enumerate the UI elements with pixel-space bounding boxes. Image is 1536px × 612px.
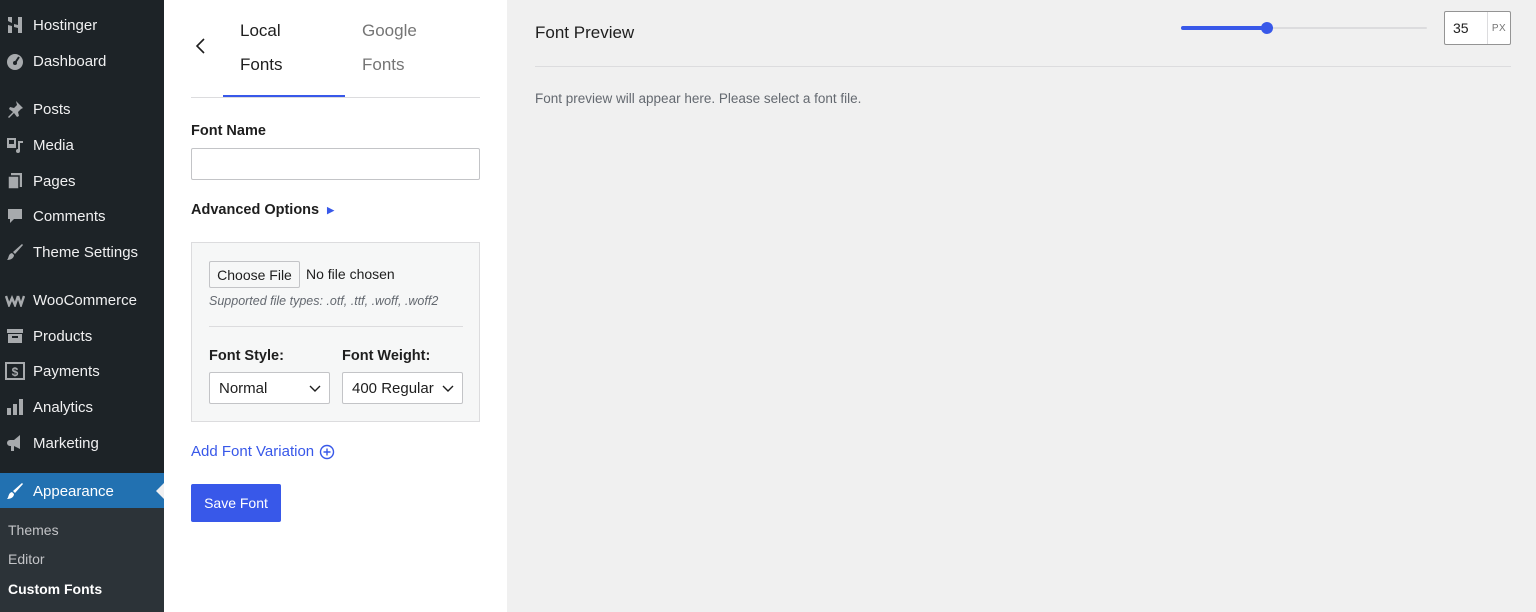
- font-size-slider[interactable]: [1181, 18, 1427, 38]
- preview-placeholder-message: Font preview will appear here. Please se…: [535, 91, 862, 106]
- font-preview-area: Font Preview PX Font preview will appear…: [507, 0, 1536, 612]
- sidebar-item-posts[interactable]: Posts: [0, 91, 164, 127]
- chevron-down-icon: [442, 385, 454, 392]
- sidebar-item-label: Media: [33, 136, 74, 154]
- tab-google-fonts[interactable]: Google Fonts: [362, 14, 417, 82]
- caret-right-icon: ▶: [327, 204, 335, 215]
- font-name-label: Font Name: [191, 123, 266, 139]
- woocommerce-icon: [5, 290, 25, 310]
- chevron-down-icon: [309, 385, 321, 392]
- sidebar-item-payments[interactable]: $ Payments: [0, 353, 164, 389]
- hostinger-logo-icon: [5, 15, 25, 35]
- plus-circle-icon: [319, 444, 335, 459]
- sidebar-item-products[interactable]: Products: [0, 318, 164, 354]
- tab-label-line2: Fonts: [362, 55, 405, 74]
- bar-chart-icon: [5, 397, 25, 417]
- slider-fill: [1181, 26, 1268, 30]
- font-preview-title: Font Preview: [535, 23, 635, 42]
- slider-thumb[interactable]: [1261, 22, 1274, 34]
- tabs-divider: [191, 97, 480, 98]
- submenu-item-themes[interactable]: Themes: [8, 522, 59, 538]
- sidebar-item-label: Pages: [33, 172, 76, 190]
- sidebar-item-label: Payments: [33, 362, 100, 380]
- font-size-unit: PX: [1487, 12, 1510, 44]
- megaphone-icon: [5, 433, 25, 453]
- sidebar-item-pages[interactable]: Pages: [0, 163, 164, 199]
- save-font-button[interactable]: Save Font: [191, 484, 281, 522]
- submenu-item-custom-fonts[interactable]: Custom Fonts: [8, 581, 102, 597]
- sidebar-item-label: Appearance: [33, 482, 114, 500]
- sidebar-item-comments[interactable]: Comments: [0, 198, 164, 234]
- font-weight-select[interactable]: 400 Regular: [342, 372, 463, 404]
- sidebar-item-label: Products: [33, 327, 93, 345]
- advanced-options-box: Choose File No file chosen Supported fil…: [191, 242, 480, 422]
- sidebar-item-label: Marketing: [33, 434, 99, 452]
- choose-file-button[interactable]: Choose File: [209, 261, 300, 288]
- sidebar-item-label: Posts: [33, 100, 71, 118]
- font-name-input[interactable]: [191, 148, 480, 180]
- advanced-options-label: Advanced Options: [191, 202, 320, 218]
- pages-icon: [5, 171, 25, 191]
- sidebar-item-label: Dashboard: [33, 52, 107, 70]
- font-weight-label: Font Weight:: [342, 348, 431, 364]
- sidebar-item-woocommerce[interactable]: WooCommerce: [0, 282, 164, 318]
- font-style-value: Normal: [219, 379, 268, 397]
- sidebar-item-analytics[interactable]: Analytics: [0, 389, 164, 425]
- font-weight-value: 400 Regular: [352, 379, 434, 397]
- font-style-label: Font Style:: [209, 348, 284, 364]
- sidebar-item-label: Analytics: [33, 398, 94, 416]
- sidebar-item-label: Comments: [33, 207, 106, 225]
- preview-divider: [535, 66, 1511, 67]
- font-size-input[interactable]: [1445, 12, 1487, 44]
- admin-sidebar: Hostinger Dashboard Posts Media Pages Co…: [0, 0, 164, 612]
- archive-box-icon: [5, 326, 25, 346]
- add-font-variation-link[interactable]: Add Font Variation: [191, 443, 335, 460]
- appearance-submenu: Themes Editor Custom Fonts: [0, 508, 164, 612]
- back-chevron-icon[interactable]: [192, 36, 210, 56]
- comment-bubble-icon: [5, 206, 25, 226]
- sidebar-item-dashboard[interactable]: Dashboard: [0, 43, 164, 79]
- dashboard-gauge-icon: [5, 51, 25, 71]
- sidebar-item-appearance[interactable]: Appearance: [0, 473, 164, 509]
- tab-local-fonts[interactable]: Local Fonts: [240, 14, 283, 82]
- sidebar-item-label: Theme Settings: [33, 243, 139, 261]
- sidebar-item-label: WooCommerce: [33, 291, 137, 309]
- sidebar-item-marketing[interactable]: Marketing: [0, 425, 164, 461]
- sidebar-item-media[interactable]: Media: [0, 127, 164, 163]
- paintbrush-icon: [5, 481, 25, 501]
- sidebar-item-hostinger[interactable]: Hostinger: [0, 7, 164, 43]
- advanced-options-toggle[interactable]: Advanced Options ▶: [191, 202, 334, 218]
- tab-label-line1: Google: [362, 21, 417, 40]
- supported-file-types: Supported file types: .otf, .ttf, .woff,…: [209, 294, 439, 308]
- media-icon: [5, 135, 25, 155]
- font-size-control: PX: [1444, 11, 1511, 45]
- advanced-divider: [209, 326, 463, 327]
- sidebar-item-label: Hostinger: [33, 16, 98, 34]
- brush-icon: [5, 242, 25, 262]
- dollar-icon: $: [5, 361, 25, 381]
- svg-text:$: $: [12, 365, 19, 379]
- pushpin-icon: [5, 99, 25, 119]
- font-style-select[interactable]: Normal: [209, 372, 330, 404]
- no-file-chosen-text: No file chosen: [306, 266, 395, 282]
- tab-label-line1: Local: [240, 21, 281, 40]
- add-font-variation-label: Add Font Variation: [191, 443, 315, 460]
- font-settings-panel: Local Fonts Google Fonts Font Name Advan…: [164, 0, 507, 612]
- tab-label-line2: Fonts: [240, 55, 283, 74]
- sidebar-item-theme-settings[interactable]: Theme Settings: [0, 234, 164, 270]
- submenu-item-editor[interactable]: Editor: [8, 551, 45, 567]
